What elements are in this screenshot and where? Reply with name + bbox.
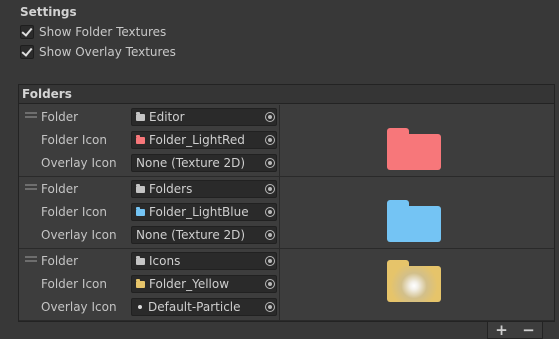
folder-field-value: Editor (149, 110, 185, 124)
object-picker-icon[interactable] (261, 203, 279, 221)
check-icon[interactable] (20, 25, 34, 39)
overlay-icon-label: Overlay Icon (41, 228, 117, 242)
folders-list: Folders Folder Folder Icon Overlay Icon … (18, 84, 555, 322)
folder-field[interactable]: Icons (131, 252, 277, 270)
check-icon[interactable] (20, 45, 34, 59)
drag-handle-icon[interactable] (25, 256, 37, 262)
list-item: Folder Folder Icon Overlay Icon Editor F… (19, 105, 554, 177)
folders-header: Folders (19, 85, 554, 104)
list-item: Folder Folder Icon Overlay Icon Icons Fo… (19, 249, 554, 321)
folder-icon-label: Folder Icon (41, 133, 107, 147)
overlay-icon-field[interactable]: None (Texture 2D) (131, 226, 277, 244)
folder-icon-label: Folder Icon (41, 205, 107, 219)
folder-label: Folder (41, 254, 79, 268)
object-picker-icon[interactable] (261, 180, 279, 198)
folder-icon-label: Folder Icon (41, 277, 107, 291)
overlay-icon-field-value: None (Texture 2D) (136, 156, 246, 170)
object-picker-icon[interactable] (261, 226, 279, 244)
folder-icon (136, 255, 145, 265)
folder-icon (136, 206, 145, 216)
object-picker-icon[interactable] (261, 131, 279, 149)
folder-icon-field-value: Folder_LightBlue (149, 205, 249, 219)
overlay-icon-field-value: Default-Particle (148, 300, 241, 314)
remove-button[interactable]: − (522, 321, 535, 339)
folder-icon (136, 111, 145, 121)
folder-field-value: Folders (149, 182, 193, 196)
drag-handle-icon[interactable] (25, 112, 37, 118)
object-picker-icon[interactable] (261, 108, 279, 126)
overlay-icon-label: Overlay Icon (41, 300, 117, 314)
divider (279, 249, 280, 320)
folder-label: Folder (41, 110, 79, 124)
folder-field[interactable]: Editor (131, 108, 277, 126)
show-folder-textures-label: Show Folder Textures (39, 25, 167, 39)
folder-icon-field[interactable]: Folder_LightBlue (131, 203, 277, 221)
divider (279, 177, 280, 248)
list-footer: + − (487, 321, 543, 339)
folder-icon (387, 128, 441, 170)
show-folder-textures-toggle[interactable]: Show Folder Textures (20, 24, 166, 40)
divider (279, 105, 280, 176)
folder-field-value: Icons (149, 254, 181, 268)
folder-icon-field[interactable]: Folder_Yellow (131, 275, 277, 293)
folder-icon (387, 260, 441, 302)
list-item: Folder Folder Icon Overlay Icon Folders … (19, 177, 554, 249)
folders-title: Folders (22, 87, 72, 101)
folder-label: Folder (41, 182, 79, 196)
overlay-icon-label: Overlay Icon (41, 156, 117, 170)
folder-icon-field[interactable]: Folder_LightRed (131, 131, 277, 149)
object-picker-icon[interactable] (261, 298, 279, 316)
folder-icon (136, 134, 145, 144)
object-picker-icon[interactable] (261, 154, 279, 172)
particle-icon (138, 305, 142, 309)
folder-icon (136, 183, 145, 193)
overlay-icon-field[interactable]: Default-Particle (131, 298, 277, 316)
settings-title: Settings (20, 5, 77, 19)
folder-icon-field-value: Folder_Yellow (149, 277, 230, 291)
folder-icon (387, 200, 441, 242)
folder-field[interactable]: Folders (131, 180, 277, 198)
folder-icon (136, 278, 145, 288)
folder-icon-field-value: Folder_LightRed (149, 133, 245, 147)
object-picker-icon[interactable] (261, 252, 279, 270)
show-overlay-textures-toggle[interactable]: Show Overlay Textures (20, 44, 176, 60)
overlay-icon-field-value: None (Texture 2D) (136, 228, 246, 242)
object-picker-icon[interactable] (261, 275, 279, 293)
drag-handle-icon[interactable] (25, 184, 37, 190)
overlay-icon-field[interactable]: None (Texture 2D) (131, 154, 277, 172)
show-overlay-textures-label: Show Overlay Textures (39, 45, 176, 59)
add-button[interactable]: + (495, 321, 508, 339)
